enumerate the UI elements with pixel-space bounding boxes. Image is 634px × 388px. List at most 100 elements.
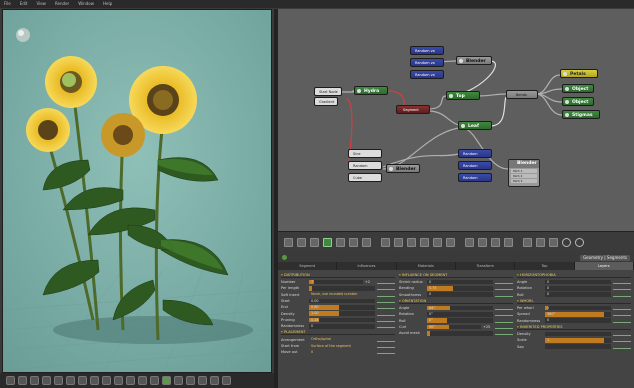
trash-icon[interactable] [446, 238, 455, 247]
scissors-icon[interactable] [297, 238, 306, 247]
property-curve-icon[interactable] [377, 286, 395, 291]
property-curve-icon[interactable] [377, 299, 395, 304]
property-curve-icon[interactable] [613, 286, 631, 291]
tab-influences[interactable]: Influences [337, 262, 397, 270]
menu-edit[interactable]: Edit [20, 0, 28, 8]
node-random-d[interactable]: Random [458, 149, 492, 158]
tool-wire-icon[interactable] [90, 376, 99, 385]
property-curve-icon[interactable] [377, 324, 395, 329]
brush-icon[interactable] [336, 238, 345, 247]
tool-light-icon[interactable] [66, 376, 75, 385]
property-curve-icon[interactable] [613, 338, 631, 343]
property-curve-icon[interactable] [495, 286, 513, 291]
property-value-field[interactable]: 0.75 [427, 286, 493, 291]
tool-settings-icon[interactable] [222, 376, 231, 385]
zoom-icon[interactable] [536, 238, 545, 247]
property-value-field[interactable]: Ortho/spiral [309, 337, 375, 342]
tool-camera-icon[interactable] [54, 376, 63, 385]
node-start[interactable]: Start Node [314, 87, 342, 96]
tool-scale-icon[interactable] [42, 376, 51, 385]
property-curve-icon[interactable] [613, 345, 631, 349]
property-curve-icon[interactable] [377, 305, 395, 310]
property-curve-icon[interactable] [377, 344, 395, 348]
menu-file[interactable]: File [4, 0, 11, 8]
node-random-f[interactable]: Random [458, 173, 492, 182]
node-sine[interactable]: Sine [348, 149, 382, 158]
tool-move-icon[interactable] [18, 376, 27, 385]
property-value-field[interactable]: 0 [427, 292, 493, 298]
node-segment[interactable]: Segment [396, 105, 430, 114]
tool-export-icon[interactable] [198, 376, 207, 385]
property-value-field[interactable]: 360° [545, 312, 611, 317]
property-random-range[interactable]: +25 [483, 325, 493, 329]
node-random-b[interactable]: Random va [410, 58, 444, 67]
node-stigmas[interactable]: Stigmas [562, 110, 600, 119]
paste-icon[interactable] [407, 238, 416, 247]
undo-icon[interactable] [562, 238, 571, 247]
section-header[interactable]: INHERITED PROPERTIES [517, 324, 631, 330]
node-object-1[interactable]: Object [562, 84, 594, 93]
node-graph[interactable]: Random va Random va Random va Blender St… [278, 9, 634, 231]
ungroup-icon[interactable] [478, 238, 487, 247]
property-value-field[interactable]: 0 [545, 318, 611, 323]
property-curve-icon[interactable] [495, 306, 513, 311]
property-value-field[interactable] [545, 331, 611, 337]
property-curve-icon[interactable] [377, 312, 395, 316]
node-object-2[interactable]: Object [562, 97, 594, 106]
property-curve-icon[interactable] [495, 280, 513, 285]
property-value-field[interactable]: 0° [427, 312, 493, 317]
section-header[interactable]: PLACEMENT [281, 329, 395, 336]
property-value-field[interactable]: Surface of the segment [309, 344, 375, 349]
property-value-field[interactable]: 0.00 [309, 298, 375, 304]
wand-icon[interactable] [362, 238, 371, 247]
tool-lod-icon[interactable] [174, 376, 183, 385]
node-cube[interactable]: Cube [348, 173, 382, 182]
section-header[interactable]: DISTRIBUTION [281, 272, 395, 278]
property-value-field[interactable]: 1 [545, 337, 611, 343]
property-curve-icon[interactable] [495, 312, 513, 317]
tool-grid-icon[interactable] [78, 376, 87, 385]
blender-2-row[interactable]: Path 2 [511, 174, 537, 178]
property-curve-icon[interactable] [613, 280, 631, 285]
node-random-a[interactable]: Random va [410, 46, 444, 55]
node-bends[interactable]: Bends [506, 90, 538, 99]
property-curve-icon[interactable] [377, 318, 395, 322]
group-icon[interactable] [465, 238, 474, 247]
property-value-field[interactable]: 0° [427, 318, 493, 323]
node-blender-2[interactable]: Blender Path 1 Path 2 Path 3 [508, 159, 540, 187]
node-blender-3[interactable]: Blender [386, 164, 420, 173]
node-hydra[interactable]: Hydra [354, 86, 388, 95]
tab-transform[interactable]: Transform [456, 262, 516, 270]
delete-icon[interactable] [433, 238, 442, 247]
section-header[interactable]: INFLUENCE ON SEGMENT [399, 272, 513, 278]
tab-top[interactable]: Top [515, 262, 575, 270]
property-value-field[interactable]: 0 [545, 292, 611, 298]
node-top[interactable]: Top [446, 91, 480, 100]
tool-wind-icon[interactable] [150, 376, 159, 385]
tab-materials[interactable]: Materials [397, 262, 456, 270]
cut-icon[interactable] [284, 238, 293, 247]
node-random-g[interactable]: Random [348, 161, 382, 170]
menu-help[interactable]: Help [103, 0, 112, 8]
property-curve-icon[interactable] [377, 280, 395, 285]
property-value-field[interactable]: 90° [427, 324, 481, 330]
property-value-field[interactable] [309, 286, 375, 291]
property-value-field[interactable]: 0 [545, 279, 611, 285]
section-header[interactable]: HORIZONTOPHOBIA [517, 272, 631, 278]
node-petals[interactable]: Petals [560, 69, 598, 78]
property-curve-icon[interactable] [495, 293, 513, 297]
blender-2-row[interactable]: Path 3 [511, 179, 537, 183]
node-leaf[interactable]: Leaf [458, 121, 492, 130]
property-curve-icon[interactable] [377, 293, 395, 297]
tab-layers[interactable]: Layers [574, 262, 634, 270]
node-random-e[interactable]: Random [458, 161, 492, 170]
property-curve-icon[interactable] [613, 293, 631, 297]
mesh-icon[interactable] [523, 238, 532, 247]
blender-2-row[interactable]: Path 1 [511, 169, 537, 173]
film-icon[interactable] [381, 238, 390, 247]
property-value-field[interactable]: 64° [427, 305, 493, 311]
property-curve-icon[interactable] [613, 319, 631, 323]
tool-leaf-icon[interactable] [186, 376, 195, 385]
tab-segment[interactable]: Segment [278, 262, 338, 270]
tool-active-icon[interactable] [162, 376, 171, 385]
